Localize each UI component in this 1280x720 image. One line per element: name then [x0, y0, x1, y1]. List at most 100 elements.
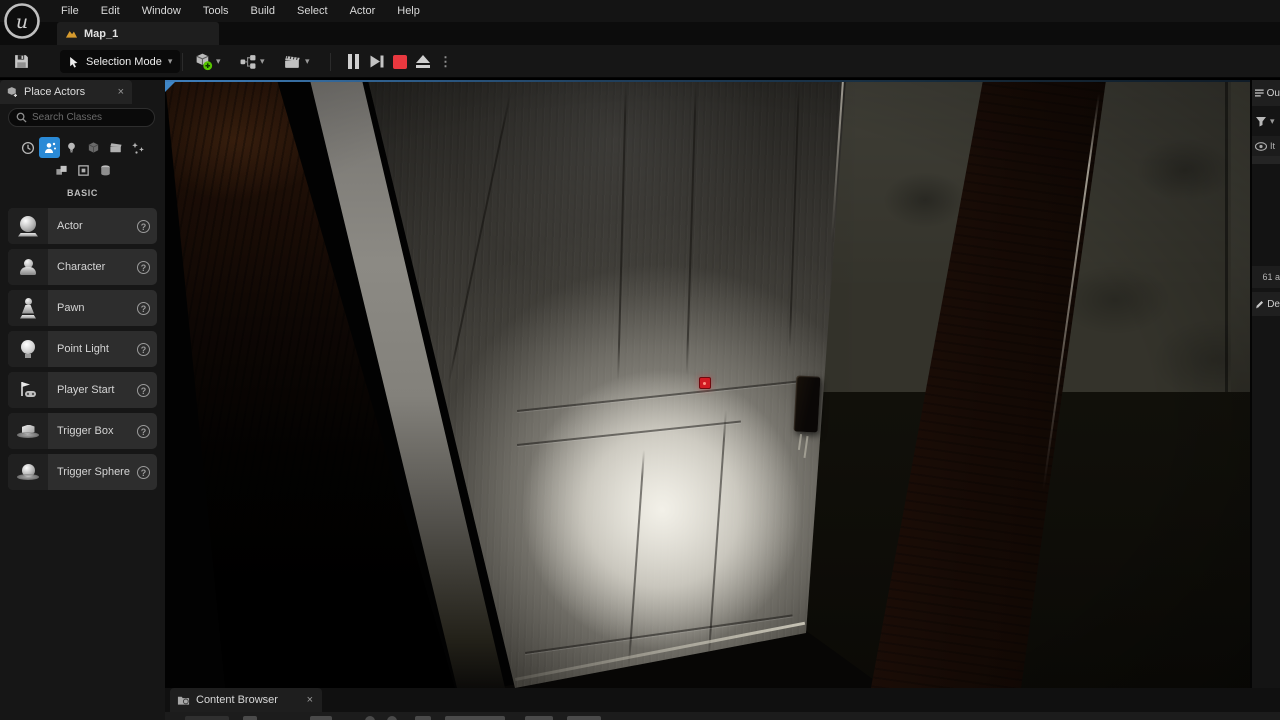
viewport-focus-border	[165, 80, 1250, 82]
path-segment-clipped	[525, 716, 553, 720]
list-item-player-start[interactable]: Player Start ?	[8, 372, 157, 408]
tab-map-1[interactable]: Map_1	[57, 22, 219, 45]
help-icon[interactable]: ?	[137, 465, 150, 479]
item-label: Pawn	[57, 302, 85, 314]
viewport-focus-corner	[165, 82, 175, 92]
category-lights[interactable]	[61, 137, 82, 158]
help-icon[interactable]: ?	[137, 342, 150, 356]
category-all-classes[interactable]	[95, 160, 116, 181]
item-label: Trigger Sphere	[57, 466, 130, 478]
menu-bar: File Edit Window Tools Build Select Acto…	[0, 0, 1280, 22]
actor-icon	[8, 208, 48, 244]
menu-window[interactable]: Window	[131, 0, 192, 22]
list-item-trigger-box[interactable]: Trigger Box ?	[8, 413, 157, 449]
save-all-icon-clipped[interactable]	[310, 716, 332, 720]
search-classes-input[interactable]	[32, 112, 137, 123]
place-actors-list: Actor ? Character ? Pawn ? Point Light ?	[0, 208, 165, 490]
volume-icon	[78, 165, 89, 176]
outliner-filter-button[interactable]: ▾	[1252, 110, 1280, 132]
svg-text:u: u	[16, 11, 28, 33]
list-item-trigger-sphere[interactable]: Trigger Sphere ?	[8, 454, 157, 490]
outliner-footer: 61 a	[1252, 266, 1280, 288]
menu-build[interactable]: Build	[240, 0, 286, 22]
outliner-rows[interactable]	[1252, 164, 1280, 266]
list-icon	[1255, 89, 1264, 97]
search-classes-box[interactable]	[8, 108, 155, 127]
menu-select[interactable]: Select	[286, 0, 339, 22]
trigger-box-icon	[8, 413, 48, 449]
list-item-character[interactable]: Character ?	[8, 249, 157, 285]
menu-help[interactable]: Help	[386, 0, 431, 22]
light-bulb-icon	[68, 142, 75, 153]
eye-icon	[1255, 141, 1267, 151]
pawn-icon	[8, 290, 48, 326]
help-icon[interactable]: ?	[137, 301, 150, 315]
cylinder-icon	[101, 165, 110, 176]
help-icon[interactable]: ?	[137, 424, 150, 438]
list-item-pawn[interactable]: Pawn ?	[8, 290, 157, 326]
content-browser-tab[interactable]: Content Browser ×	[170, 688, 322, 712]
bottom-dock: Content Browser ×	[165, 688, 1280, 720]
cursor-icon	[70, 56, 78, 68]
import-icon-clipped[interactable]	[243, 716, 257, 720]
selection-mode-dropdown[interactable]: Selection Mode ▾	[60, 50, 181, 73]
back-icon-clipped[interactable]	[365, 716, 375, 720]
level-asset-icon	[65, 31, 78, 38]
section-basic-label: BASIC	[66, 188, 98, 198]
content-browser-toolbar-clipped	[165, 712, 1280, 720]
item-label: Trigger Box	[57, 425, 114, 437]
main-toolbar: Selection Mode ▾ ▾ ▾ ▾ ⋮	[0, 45, 1280, 78]
category-visual-effects[interactable]	[127, 137, 148, 158]
stop-button[interactable]	[393, 54, 407, 69]
eject-button[interactable]	[416, 55, 430, 68]
outliner-tab-label: Ou	[1266, 87, 1280, 99]
help-icon[interactable]: ?	[137, 260, 150, 274]
list-item-actor[interactable]: Actor ?	[8, 208, 157, 244]
save-button[interactable]	[8, 49, 34, 74]
breadcrumb-icon-clipped[interactable]	[415, 716, 431, 720]
cinematics-button[interactable]: ▾	[280, 49, 313, 74]
add-button-clipped[interactable]	[185, 716, 229, 720]
basic-actor-icon	[44, 142, 56, 153]
toolbar-divider	[182, 53, 183, 71]
unreal-engine-logo-icon[interactable]: u	[2, 1, 42, 41]
clapperboard-icon	[109, 143, 122, 153]
category-recently-placed[interactable]	[17, 137, 38, 158]
menu-actor[interactable]: Actor	[339, 0, 387, 22]
close-icon[interactable]: ×	[116, 86, 126, 98]
outliner-header-divider	[1252, 156, 1280, 164]
pause-button[interactable]	[348, 54, 359, 69]
chevron-down-icon: ▾	[260, 56, 265, 66]
actor-count-label: 61 a	[1262, 272, 1280, 282]
add-actor-button[interactable]: ▾	[191, 49, 224, 74]
outliner-column-header[interactable]: It	[1252, 136, 1280, 156]
play-options-menu[interactable]: ⋮	[439, 55, 452, 68]
category-volumes[interactable]	[73, 160, 94, 181]
close-icon[interactable]: ×	[305, 694, 315, 706]
category-basic-selected[interactable]	[39, 137, 60, 158]
chevron-down-icon: ▾	[216, 56, 221, 66]
item-label: Player Start	[57, 384, 115, 396]
path-segment-clipped	[567, 716, 601, 720]
menu-file[interactable]: File	[50, 0, 90, 22]
item-label: Point Light	[57, 343, 109, 355]
asset-tab-row: Map_1	[0, 22, 1280, 45]
details-tab[interactable]: De	[1252, 292, 1280, 316]
point-light-icon	[8, 331, 48, 367]
help-icon[interactable]: ?	[137, 219, 150, 233]
forward-icon-clipped[interactable]	[387, 716, 397, 720]
cinematics-clapperboard-icon	[285, 56, 300, 68]
help-icon[interactable]: ?	[137, 383, 150, 397]
frame-skip-button[interactable]	[368, 54, 384, 69]
place-actors-tab[interactable]: Place Actors ×	[0, 80, 132, 104]
category-cinematic[interactable]	[105, 137, 126, 158]
blueprints-button[interactable]: ▾	[236, 49, 268, 74]
list-item-point-light[interactable]: Point Light ?	[8, 331, 157, 367]
category-geometry[interactable]	[51, 160, 72, 181]
level-viewport[interactable]	[165, 80, 1250, 688]
menu-tools[interactable]: Tools	[192, 0, 240, 22]
category-shapes[interactable]	[83, 137, 104, 158]
outliner-tab[interactable]: Ou	[1252, 80, 1280, 106]
menu-edit[interactable]: Edit	[90, 0, 131, 22]
clock-icon	[21, 141, 34, 154]
